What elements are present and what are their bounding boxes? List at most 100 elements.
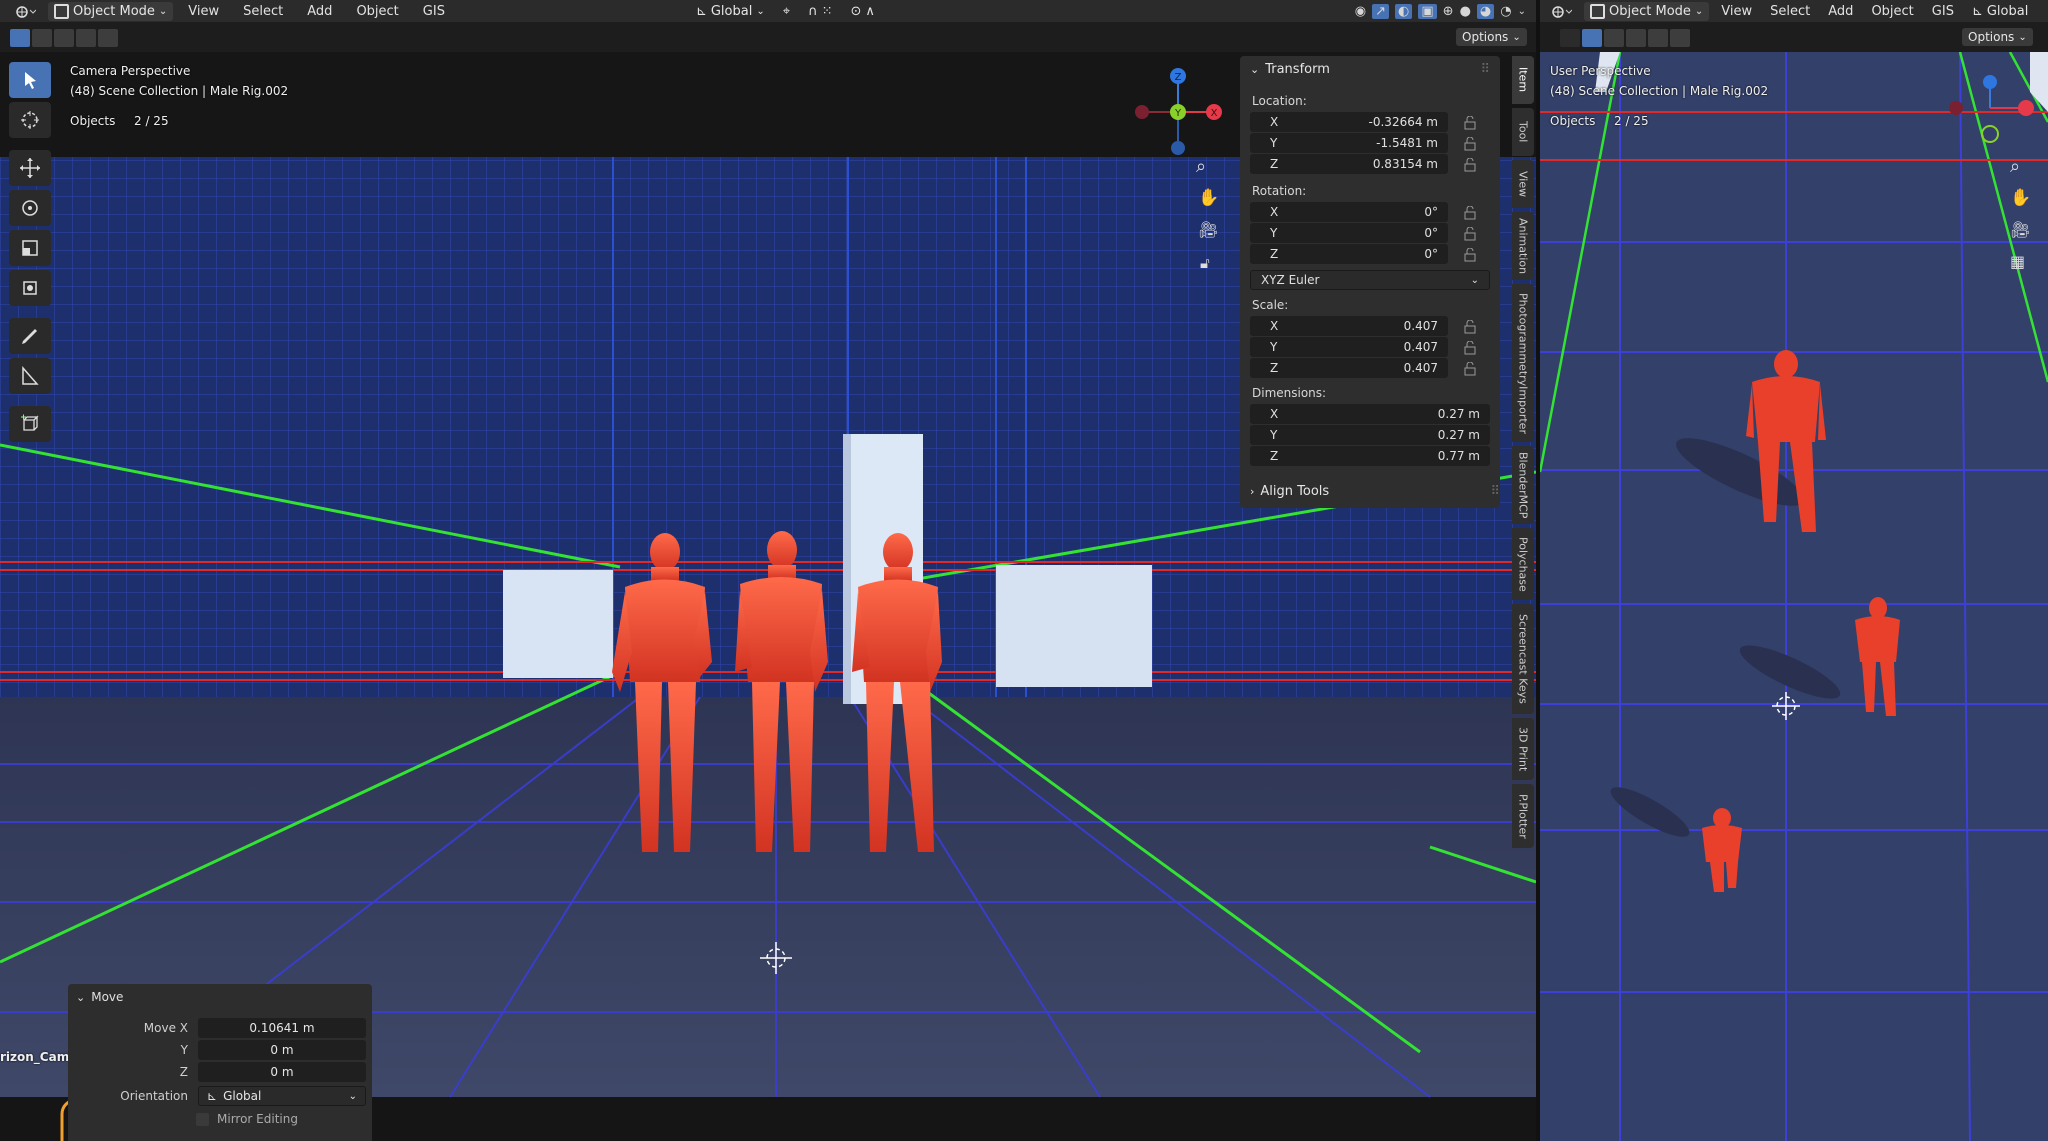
ortho-grid-icon[interactable]: ▦ xyxy=(2010,252,2034,276)
chevron-down-icon[interactable]: ⌄ xyxy=(1518,6,1526,17)
select-box-tool[interactable] xyxy=(9,62,51,98)
navigation-gizmo[interactable]: Z X Y xyxy=(1130,60,1230,160)
select-extend-button[interactable] xyxy=(1604,29,1624,47)
move-y-field[interactable]: 0 m xyxy=(198,1040,366,1060)
rotation-z-field[interactable]: Z 0° xyxy=(1250,244,1448,264)
drag-handle-icon[interactable]: ⠿ xyxy=(1480,62,1490,77)
pan-hand-icon[interactable]: ✋ xyxy=(2010,188,2034,212)
visibility-eye-icon[interactable]: ◉ xyxy=(1355,4,1366,19)
location-z-field[interactable]: Z 0.83154 m xyxy=(1250,154,1448,174)
rotation-mode-dropdown[interactable]: XYZ Euler ⌄ xyxy=(1250,270,1490,290)
toolbar-toggle-button[interactable] xyxy=(1560,29,1580,47)
annotate-tool[interactable] xyxy=(9,318,51,354)
mode-dropdown[interactable]: Object Mode ⌄ xyxy=(1584,1,1710,21)
zoom-icon[interactable]: ⌕ xyxy=(1196,156,1220,180)
move-panel-header[interactable]: ⌄ Move xyxy=(76,990,123,1004)
tab-3d-print[interactable]: 3D Print xyxy=(1512,718,1534,780)
editor-type-button[interactable] xyxy=(1544,2,1578,20)
right-3d-viewport[interactable]: User Perspective (48) Scene Collection |… xyxy=(1540,52,2048,1141)
zoom-icon[interactable]: ⌕ xyxy=(2010,156,2034,180)
xray-toggle-icon[interactable]: ▣ xyxy=(1418,3,1437,19)
menu-gis[interactable]: GIS xyxy=(1926,4,1960,19)
scale-x-field[interactable]: X 0.407 xyxy=(1250,316,1448,336)
options-dropdown[interactable]: Options ⌄ xyxy=(1456,28,1527,46)
dimensions-y-field[interactable]: Y 0.27 m xyxy=(1250,425,1490,445)
lock-icon[interactable] xyxy=(1464,320,1476,334)
dimensions-z-field[interactable]: Z 0.77 m xyxy=(1250,446,1490,466)
snap-button[interactable]: ∩ ⁙ xyxy=(802,2,838,21)
rendered-shading-icon[interactable]: ◔ xyxy=(1500,4,1511,19)
orientation-dropdown[interactable]: ⊾ Global xyxy=(1966,2,2034,21)
lock-icon[interactable] xyxy=(1464,227,1476,241)
cursor-tool[interactable] xyxy=(9,102,51,138)
select-invert-button[interactable] xyxy=(1648,29,1668,47)
tab-animation[interactable]: Animation xyxy=(1512,212,1534,280)
menu-object[interactable]: Object xyxy=(1865,4,1919,19)
menu-view[interactable]: View xyxy=(179,4,228,19)
move-z-field[interactable]: 0 m xyxy=(198,1062,366,1082)
move-x-field[interactable]: 0.10641 m xyxy=(198,1018,366,1038)
select-intersect-button[interactable] xyxy=(1670,29,1690,47)
camera-view-icon[interactable]: 🎥︎ xyxy=(1198,220,1222,244)
select-subtract-button[interactable] xyxy=(54,29,74,47)
pan-hand-icon[interactable]: ✋ xyxy=(1198,188,1222,212)
lock-icon[interactable] xyxy=(1464,362,1476,376)
location-x-field[interactable]: X -0.32664 m xyxy=(1250,112,1448,132)
add-cube-tool[interactable] xyxy=(9,406,51,442)
lock-icon[interactable] xyxy=(1464,206,1476,220)
location-y-field[interactable]: Y -1.5481 m xyxy=(1250,133,1448,153)
transform-tool[interactable] xyxy=(9,270,51,306)
gizmo-toggle-icon[interactable]: ↗ xyxy=(1372,3,1390,19)
mirror-editing-row[interactable]: Mirror Editing xyxy=(196,1112,298,1126)
transform-panel-header[interactable]: ⌄ Transform ⠿ xyxy=(1240,56,1500,82)
tab-tool[interactable]: Tool xyxy=(1512,108,1534,156)
tab-screencast-keys[interactable]: Screencast Keys xyxy=(1512,604,1534,714)
menu-select[interactable]: Select xyxy=(234,4,292,19)
options-dropdown[interactable]: Options ⌄ xyxy=(1962,28,2033,46)
move-tool[interactable] xyxy=(9,150,51,186)
select-intersect-button[interactable] xyxy=(98,29,118,47)
menu-add[interactable]: Add xyxy=(298,4,341,19)
dimensions-x-field[interactable]: X 0.27 m xyxy=(1250,404,1490,424)
lock-icon[interactable] xyxy=(1464,158,1476,172)
tab-blendermcp[interactable]: BlenderMCP xyxy=(1512,446,1534,524)
pivot-point-button[interactable]: ⌖ xyxy=(777,2,796,21)
drag-handle-icon[interactable]: ⠿ xyxy=(1490,484,1500,499)
solid-shading-icon[interactable]: ● xyxy=(1460,4,1471,19)
lock-camera-icon[interactable]: 🔓︎ xyxy=(1200,254,1224,278)
wireframe-shading-icon[interactable]: ⊕ xyxy=(1443,4,1454,19)
editor-type-button[interactable] xyxy=(8,2,42,20)
tab-photogrammetry-importer[interactable]: PhotogrammetryImporter xyxy=(1512,284,1534,442)
measure-tool[interactable] xyxy=(9,358,51,394)
tab-p-plotter[interactable]: P.Plotter xyxy=(1512,784,1534,848)
lock-icon[interactable] xyxy=(1464,248,1476,262)
mode-dropdown[interactable]: Object Mode ⌄ xyxy=(48,1,174,21)
tab-view[interactable]: View xyxy=(1512,160,1534,208)
proportional-edit-button[interactable]: ⊙ ∧ xyxy=(844,2,880,21)
menu-view[interactable]: View xyxy=(1715,4,1758,19)
lock-icon[interactable] xyxy=(1464,116,1476,130)
material-shading-icon[interactable]: ◕ xyxy=(1476,3,1495,19)
menu-object[interactable]: Object xyxy=(347,4,407,19)
rotation-y-field[interactable]: Y 0° xyxy=(1250,223,1448,243)
lock-icon[interactable] xyxy=(1464,341,1476,355)
select-new-button[interactable] xyxy=(1582,29,1602,47)
mirror-editing-checkbox[interactable] xyxy=(196,1112,209,1126)
scale-tool[interactable] xyxy=(9,230,51,266)
orbit-camera-icon[interactable]: 🎥︎ xyxy=(2010,220,2034,244)
scale-y-field[interactable]: Y 0.407 xyxy=(1250,337,1448,357)
select-new-button[interactable] xyxy=(10,29,30,47)
lock-icon[interactable] xyxy=(1464,137,1476,151)
rotation-x-field[interactable]: X 0° xyxy=(1250,202,1448,222)
menu-add[interactable]: Add xyxy=(1822,4,1859,19)
orientation-dropdown[interactable]: ⊾ Global ⌄ xyxy=(198,1086,366,1106)
menu-gis[interactable]: GIS xyxy=(414,4,454,19)
align-tools-panel-header[interactable]: › Align Tools ⠿ xyxy=(1240,478,1500,504)
tab-polychase[interactable]: Polychase xyxy=(1512,528,1534,600)
menu-select[interactable]: Select xyxy=(1764,4,1816,19)
rotate-tool[interactable] xyxy=(9,190,51,226)
select-subtract-button[interactable] xyxy=(1626,29,1646,47)
overlay-toggle-icon[interactable]: ◐ xyxy=(1395,3,1413,19)
tab-item[interactable]: Item xyxy=(1512,56,1534,104)
scale-z-field[interactable]: Z 0.407 xyxy=(1250,358,1448,378)
